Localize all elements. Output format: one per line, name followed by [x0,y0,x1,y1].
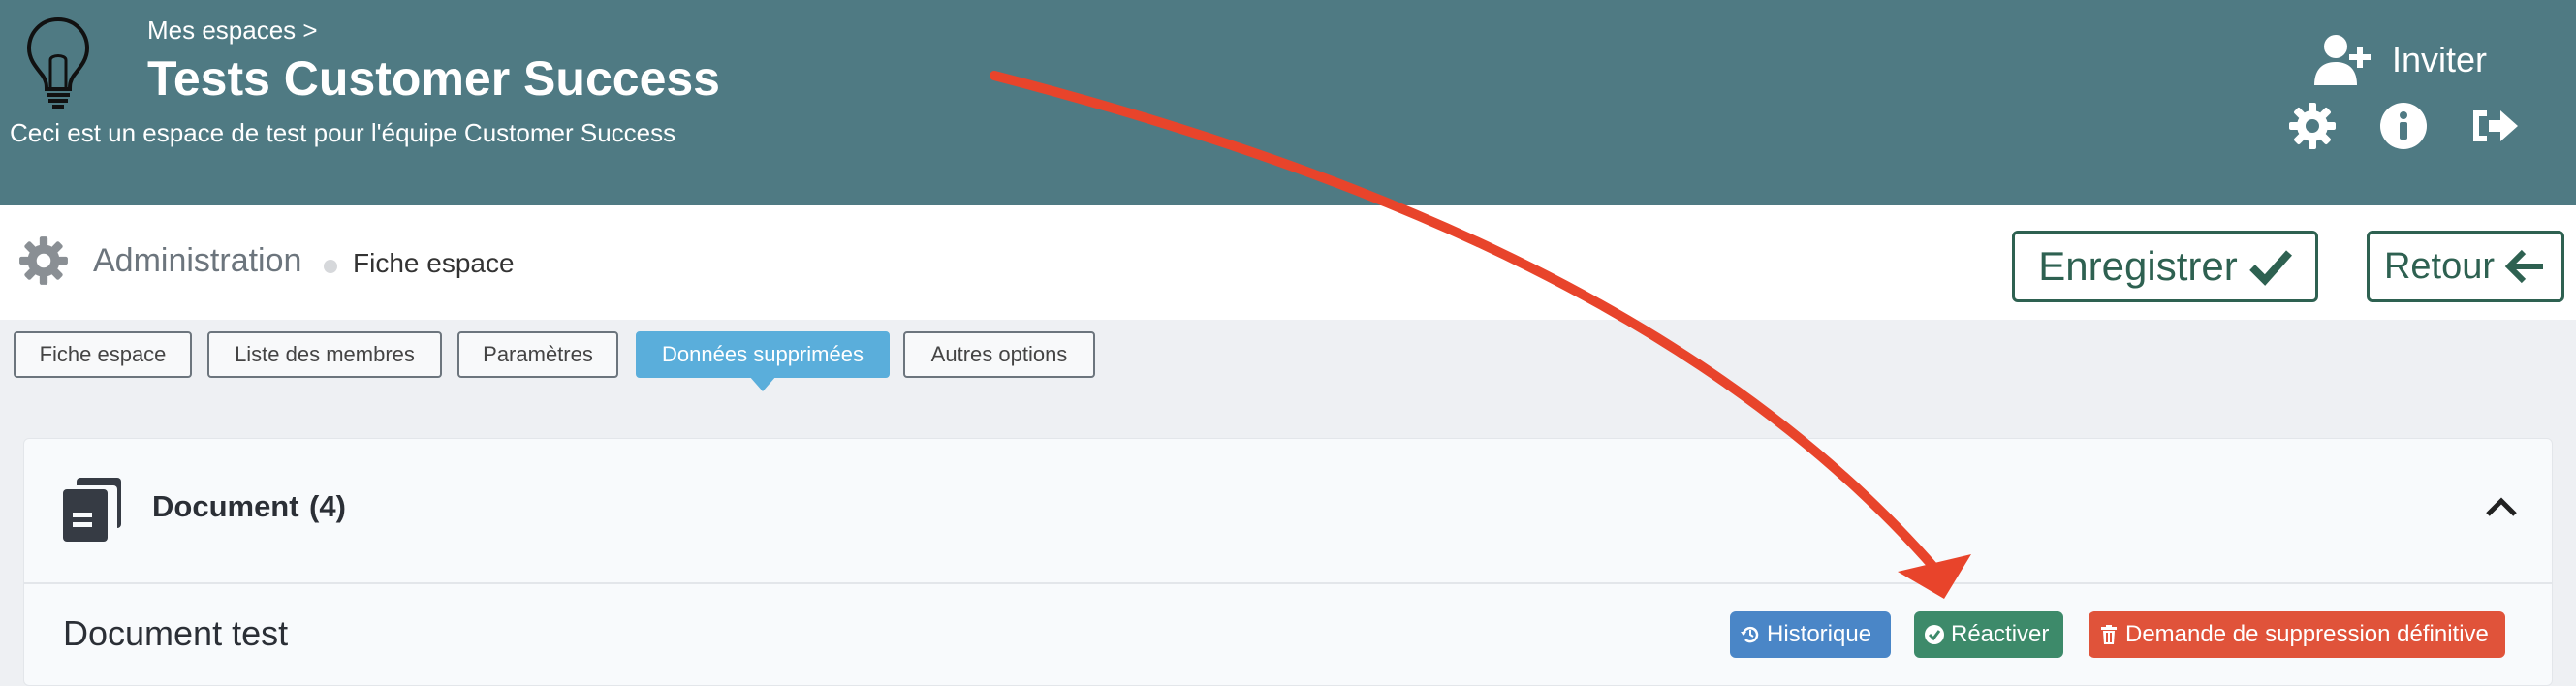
page-title: Tests Customer Success [147,51,720,106]
reactivate-button[interactable]: Réactiver [1914,611,2063,658]
check-circle-icon [1925,625,1944,644]
history-button[interactable]: Historique [1730,611,1891,658]
admin-title: Administration [93,242,302,279]
reactivate-label: Réactiver [1951,621,2050,647]
space-header: Mes espaces > Tests Customer Success Cec… [0,0,2576,205]
admin-subtitle: Fiche espace [353,248,515,278]
documents-icon [63,478,121,542]
logout-icon[interactable] [2469,101,2520,151]
space-description: Ceci est un espace de test pour l'équipe… [10,118,676,147]
info-icon[interactable] [2378,101,2429,151]
admin-bar: Administration Fiche espace Enregistrer … [0,205,2576,320]
invite-label: Inviter [2392,40,2488,79]
tab-liste-membres[interactable]: Liste des membres [207,331,442,378]
check-icon [2248,250,2292,286]
tab-fiche-espace[interactable]: Fiche espace [14,331,192,378]
save-label: Enregistrer [2038,243,2238,289]
save-button[interactable]: Enregistrer [2012,231,2318,302]
back-label: Retour [2383,245,2496,287]
tab-parametres[interactable]: Paramètres [457,331,618,378]
tab-autres-options[interactable]: Autres options [903,331,1095,378]
section-count: (4) [309,489,346,523]
lightbulb-icon [26,16,90,109]
document-name: Document test [63,613,289,653]
separator-dot [324,260,337,273]
arrow-left-icon [2504,249,2544,284]
deleted-data-card: Document (4) Document test Historique Ré… [23,438,2553,686]
user-plus-icon [2314,35,2371,85]
gear-icon [19,236,68,285]
breadcrumb[interactable]: Mes espaces > [147,16,318,46]
invite-button[interactable]: Inviter [2312,33,2487,87]
trash-icon [2101,625,2117,644]
history-label: Historique [1767,621,1872,647]
section-title: Document [152,489,299,523]
delete-request-label: Demande de suppression définitive [2125,621,2489,647]
back-button[interactable]: Retour [2367,231,2564,302]
section-header[interactable]: Document (4) [24,439,2552,584]
delete-request-button[interactable]: Demande de suppression définitive [2089,611,2505,658]
gear-icon[interactable] [2287,101,2338,151]
history-icon [1741,626,1759,643]
tab-donnees-supprimees[interactable]: Données supprimées [636,331,890,391]
chevron-up-icon[interactable] [2484,493,2519,520]
